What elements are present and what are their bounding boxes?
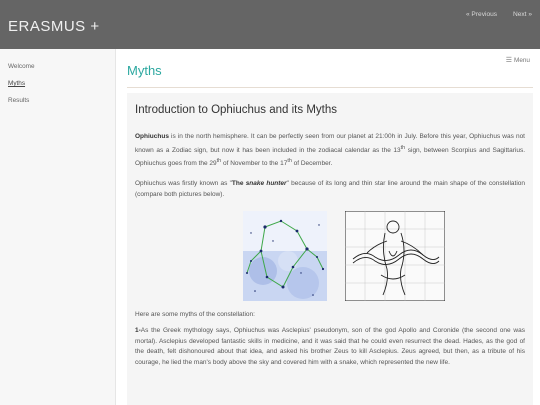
sidebar-item-myths[interactable]: Myths bbox=[8, 80, 25, 87]
sidebar-item-results[interactable]: Results bbox=[8, 97, 29, 104]
text-span: As the Greek mythology says, Ophiuchus w… bbox=[135, 327, 525, 366]
sidebar-item-welcome[interactable]: Welcome bbox=[8, 63, 35, 70]
sidebar: Welcome Myths Results bbox=[0, 49, 116, 405]
main-content: ☰ Menu Myths Introduction to Ophiuchus an… bbox=[117, 49, 540, 405]
paragraph-myth-1: 1-As the Greek mythology says, Ophiuchus… bbox=[135, 326, 525, 368]
title-divider bbox=[127, 87, 533, 88]
bold-term: Ophiuchus bbox=[135, 133, 169, 140]
menu-button[interactable]: ☰ Menu bbox=[506, 56, 530, 64]
bold-text: The bbox=[231, 180, 246, 187]
article-heading: Introduction to Ophiuchus and its Myths bbox=[135, 104, 337, 116]
previous-link[interactable]: « Previous bbox=[466, 11, 497, 18]
pager-nav: « Previous Next » bbox=[452, 11, 532, 18]
text-span: of December. bbox=[291, 160, 333, 168]
site-title[interactable]: ERASMUS + bbox=[8, 18, 100, 35]
page-title: Myths bbox=[127, 63, 162, 78]
text-span: Ophiuchus was firstly known as " bbox=[135, 180, 232, 187]
next-link[interactable]: Next » bbox=[513, 11, 532, 18]
article-card: Introduction to Ophiuchus and its Myths … bbox=[127, 93, 533, 405]
text-span: of November to the 17 bbox=[221, 160, 288, 168]
paragraph-snake-hunter: Ophiuchus was firstly known as "The snak… bbox=[135, 179, 525, 200]
hamburger-icon: ☰ bbox=[505, 57, 512, 64]
top-bar: ERASMUS + « Previous Next » bbox=[0, 0, 540, 49]
menu-label: Menu bbox=[514, 57, 530, 64]
star-map-image bbox=[243, 211, 327, 301]
paragraph-intro: Ophiuchus is in the north hemisphere. It… bbox=[135, 132, 525, 170]
paragraph-myths-intro: Here are some myths of the constellation… bbox=[135, 311, 255, 318]
snake-bearer-engraving-image bbox=[345, 211, 445, 301]
bold-italic-text: snake hunter bbox=[245, 180, 287, 187]
